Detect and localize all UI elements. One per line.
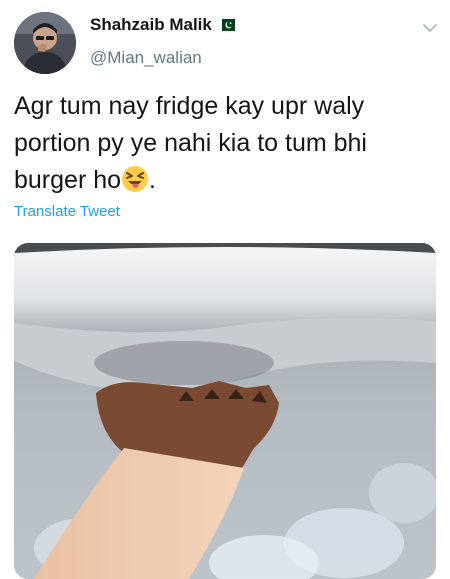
- squinting-face-with-tongue-icon: [121, 165, 149, 193]
- author-display-name[interactable]: Shahzaib Malik: [90, 15, 212, 35]
- pakistan-flag-icon: [217, 19, 235, 31]
- avatar[interactable]: [14, 12, 76, 74]
- avatar-photo: [14, 12, 76, 74]
- tweet-media-photo[interactable]: [14, 243, 436, 579]
- tweet-card: Shahzaib Malik @Mian_walian Agr tum nay …: [0, 0, 450, 579]
- tweet-body: Agr tum nay fridge kay upr waly portion …: [14, 92, 367, 194]
- author-handle[interactable]: @Mian_walian: [90, 48, 202, 68]
- freezer-frost-photo: [14, 243, 436, 579]
- author-name-row[interactable]: Shahzaib Malik: [90, 15, 235, 35]
- translate-tweet-link[interactable]: Translate Tweet: [14, 203, 120, 220]
- tweet-text-end: .: [149, 166, 156, 194]
- chevron-down-icon: [423, 24, 437, 32]
- tweet-text: Agr tum nay fridge kay upr waly portion …: [14, 88, 434, 199]
- tweet-menu-button[interactable]: [422, 20, 438, 36]
